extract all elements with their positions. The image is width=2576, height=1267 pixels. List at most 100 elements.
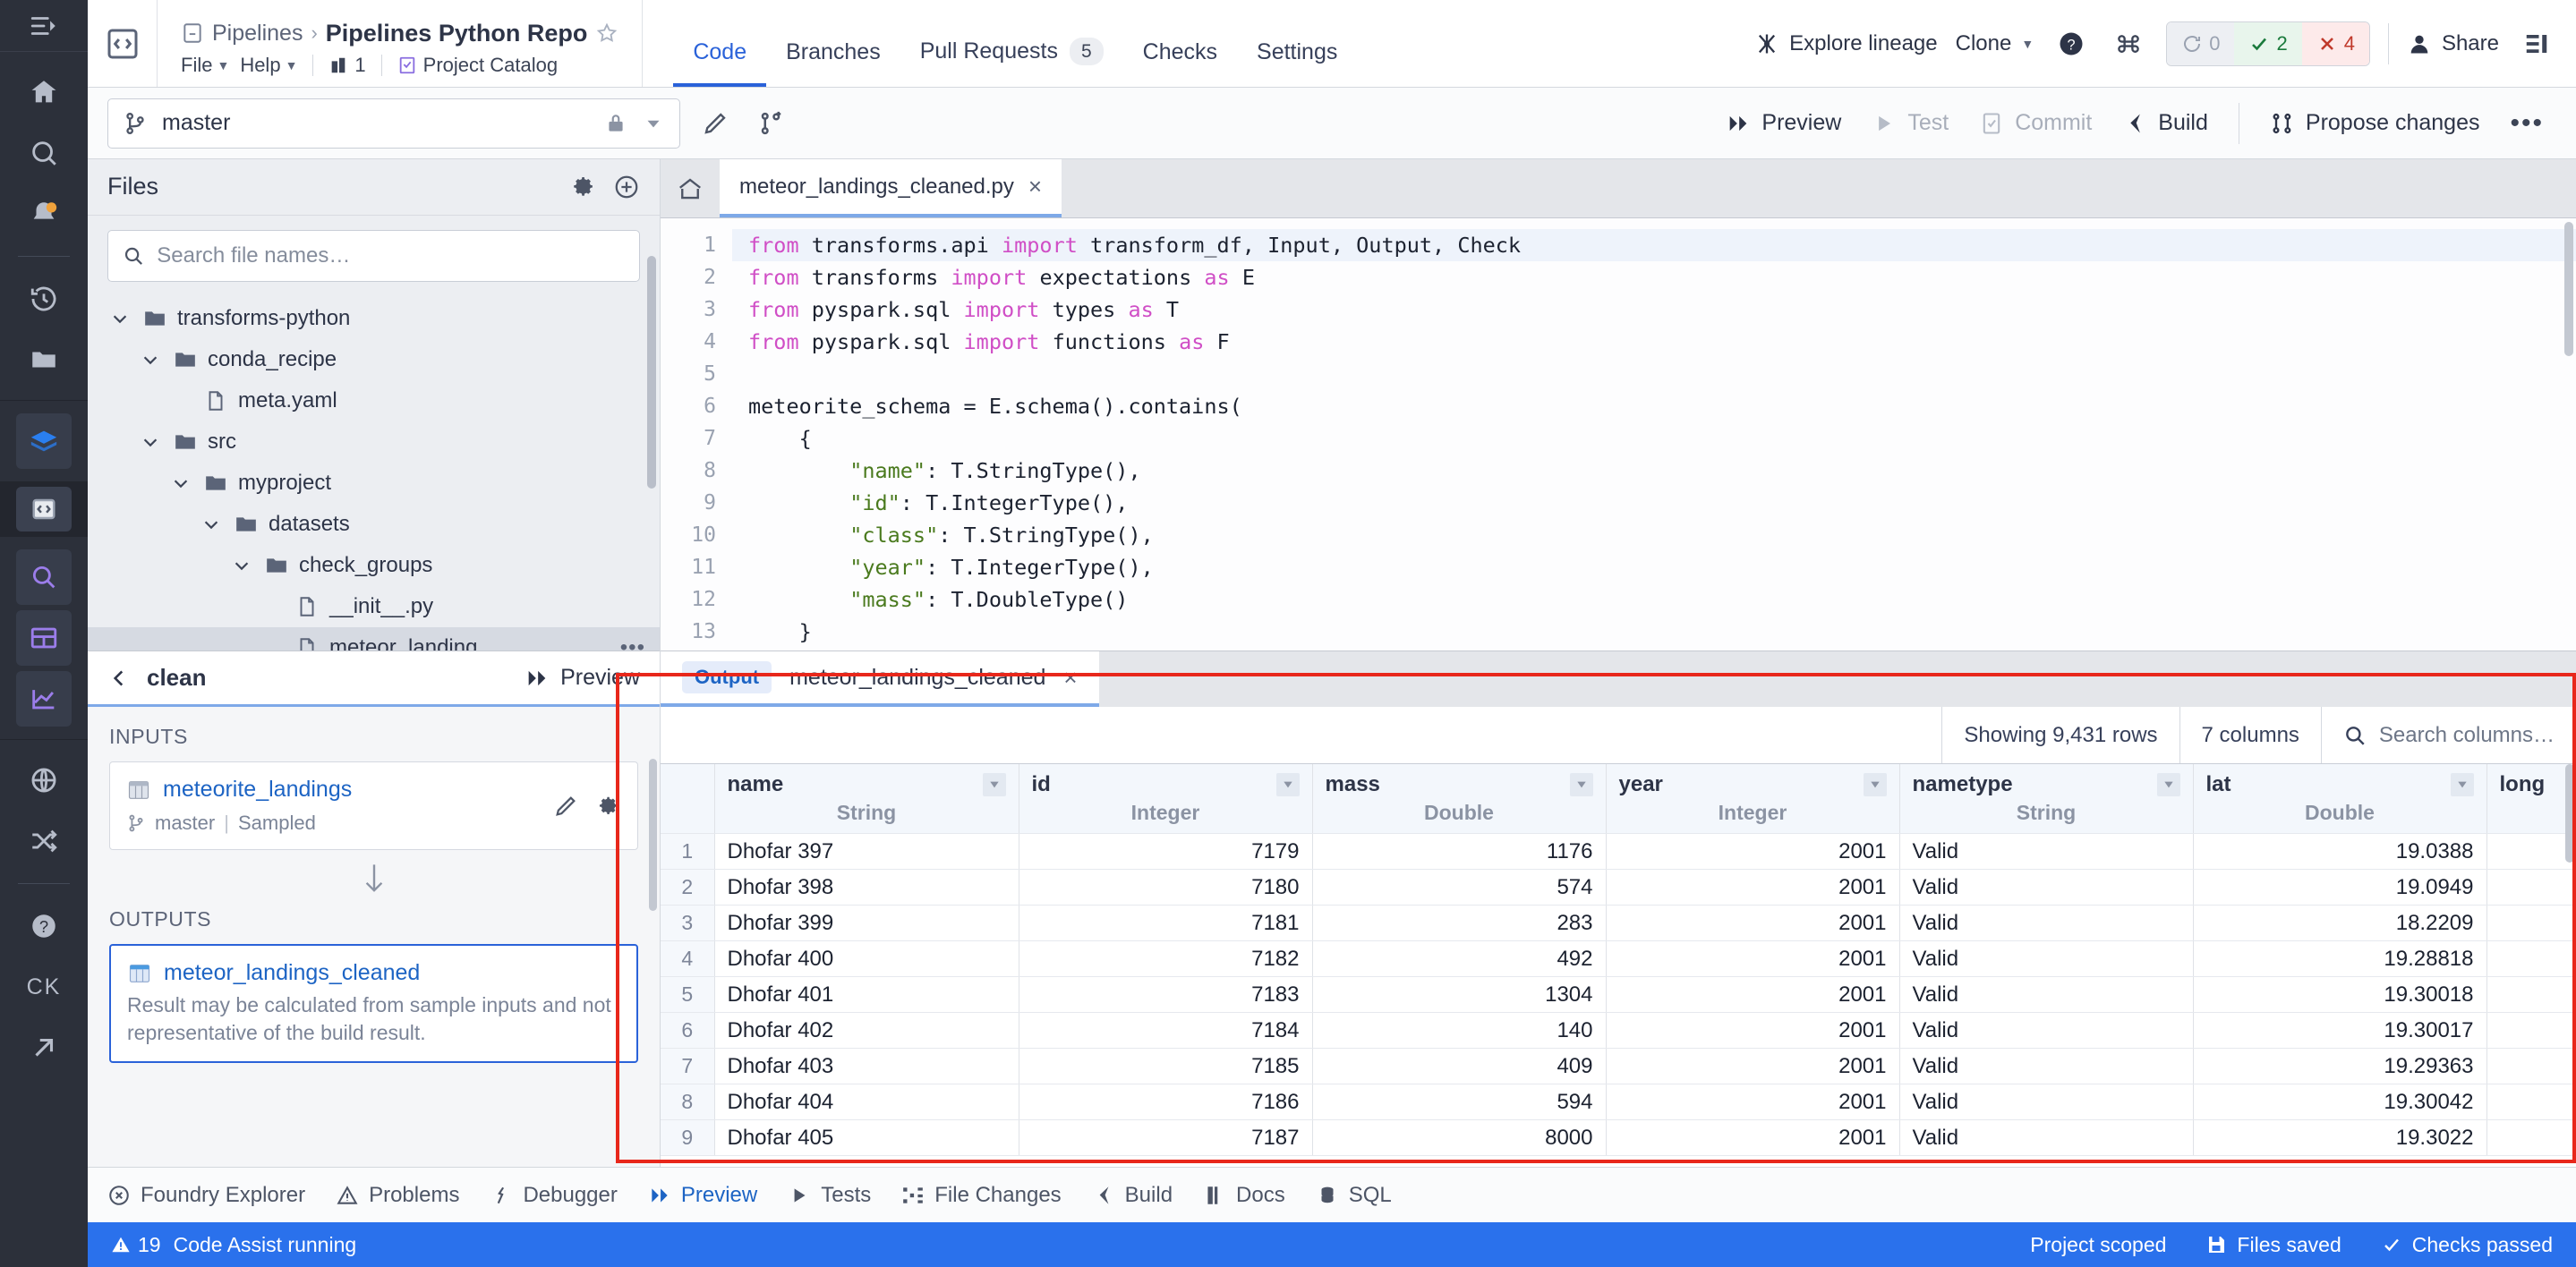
cell-name[interactable]: Dhofar 405 xyxy=(714,1119,1019,1156)
editor-scrollbar[interactable] xyxy=(2564,222,2573,356)
code-line[interactable]: "class": T.StringType(), xyxy=(732,519,2576,551)
cell-year[interactable]: 2001 xyxy=(1606,1012,1900,1049)
cell-long[interactable]: 54.53087 xyxy=(2486,1119,2576,1156)
code-line[interactable]: meteorite_schema = E.schema().contains( xyxy=(732,390,2576,422)
cell-name[interactable]: Dhofar 397 xyxy=(714,833,1019,870)
cell-id[interactable]: 7181 xyxy=(1019,905,1313,941)
status-passed[interactable]: 2 xyxy=(2234,21,2302,65)
input-dataset-name[interactable]: meteorite_landings xyxy=(163,777,352,803)
table-row[interactable]: 6Dhofar 40271841402001Valid19.3001754.53… xyxy=(661,1012,2576,1049)
bottom-tool-tests[interactable]: Tests xyxy=(788,1183,871,1208)
cell-nametype[interactable]: Valid xyxy=(1899,976,2194,1013)
code-content[interactable]: from transforms.api import transform_df,… xyxy=(732,218,2576,651)
code-line[interactable]: from transforms.api import transform_df,… xyxy=(732,229,2576,261)
cell-year[interactable]: 2001 xyxy=(1606,976,1900,1013)
cell-id[interactable]: 7184 xyxy=(1019,1012,1313,1049)
preview-button[interactable]: Preview xyxy=(1726,110,1841,136)
explore-lineage-button[interactable]: Explore lineage xyxy=(1754,31,1938,56)
bottom-tool-problems[interactable]: Problems xyxy=(336,1183,459,1208)
cell-nametype[interactable]: Valid xyxy=(1899,940,2194,977)
home-icon[interactable] xyxy=(16,64,72,120)
cell-nametype[interactable]: Valid xyxy=(1899,1048,2194,1084)
pencil-icon[interactable] xyxy=(553,794,578,819)
cell-nametype[interactable]: Valid xyxy=(1899,833,2194,870)
output-tab-active[interactable]: Output meteor_landings_cleaned × xyxy=(661,651,1099,707)
grid-scrollbar[interactable] xyxy=(2565,764,2574,863)
table-row[interactable]: 8Dhofar 40471865942001Valid19.3004254.53… xyxy=(661,1084,2576,1120)
status-pending[interactable]: 0 xyxy=(2167,21,2235,65)
table-row[interactable]: 3Dhofar 39971812832001Valid18.220954.701… xyxy=(661,905,2576,941)
command-palette-icon[interactable] xyxy=(2109,24,2148,64)
cell-year[interactable]: 2001 xyxy=(1606,905,1900,941)
close-icon[interactable]: × xyxy=(1028,173,1042,200)
cell-mass[interactable]: 574 xyxy=(1312,869,1607,906)
tree-item-conda-recipe[interactable]: conda_recipe xyxy=(88,339,660,380)
more-actions-button[interactable]: ••• xyxy=(2510,108,2544,139)
tree-item-src[interactable]: src xyxy=(88,421,660,463)
help-circle-icon[interactable]: ? xyxy=(2051,24,2091,64)
tree-item-check-groups[interactable]: check_groups xyxy=(88,545,660,586)
tree-item-myproject[interactable]: myproject xyxy=(88,463,660,504)
menu-file[interactable]: File ▼ xyxy=(181,54,229,77)
code-line[interactable]: "mass": T.DoubleType() xyxy=(732,583,2576,616)
code-area[interactable]: 1234567891011121314 from transforms.api … xyxy=(661,218,2576,651)
cell-name[interactable]: Dhofar 402 xyxy=(714,1012,1019,1049)
code-line[interactable]: from transforms import expectations as E xyxy=(732,261,2576,293)
cell-name[interactable]: Dhofar 398 xyxy=(714,869,1019,906)
add-file-icon[interactable] xyxy=(613,174,640,200)
cell-long[interactable]: 54.53572 xyxy=(2486,1012,2576,1049)
sort-icon[interactable] xyxy=(1569,773,1593,796)
bottom-tool-docs[interactable]: Docs xyxy=(1203,1183,1285,1208)
commit-button[interactable]: Commit xyxy=(1979,110,2092,136)
io-scrollbar[interactable] xyxy=(649,759,657,911)
project-catalog-chip[interactable]: Project Catalog xyxy=(397,54,558,77)
cell-lat[interactable]: 19.30018 xyxy=(2193,976,2487,1013)
column-search-box[interactable]: Search columns… xyxy=(2320,707,2576,763)
organization-chip[interactable]: 1 xyxy=(328,54,366,77)
cell-long[interactable]: 54.53803 xyxy=(2486,1048,2576,1084)
table-row[interactable]: 1Dhofar 397717911762001Valid19.038854.88… xyxy=(661,833,2576,870)
cell-lat[interactable]: 19.30017 xyxy=(2193,1012,2487,1049)
io-preview-button[interactable]: Preview xyxy=(525,665,640,691)
table-row[interactable]: 5Dhofar 401718313042001Valid19.3001854.5… xyxy=(661,976,2576,1013)
favorite-star-icon[interactable] xyxy=(595,21,618,45)
cell-long[interactable]: 54.80253 xyxy=(2486,869,2576,906)
cell-lat[interactable]: 19.3022 xyxy=(2193,1119,2487,1156)
cell-mass[interactable]: 409 xyxy=(1312,1048,1607,1084)
new-branch-icon[interactable] xyxy=(750,103,791,144)
output-dataset-card[interactable]: meteor_landings_cleaned Result may be ca… xyxy=(109,944,638,1064)
cell-lat[interactable]: 19.0949 xyxy=(2193,869,2487,906)
files-scrollbar[interactable] xyxy=(647,256,656,489)
editor-tab-active[interactable]: meteor_landings_cleaned.py × xyxy=(720,159,1062,217)
cell-id[interactable]: 7187 xyxy=(1019,1119,1313,1156)
edit-branch-icon[interactable] xyxy=(695,103,736,144)
quiver-icon[interactable] xyxy=(16,671,72,727)
back-icon[interactable] xyxy=(107,667,131,690)
sort-icon[interactable] xyxy=(2450,773,2474,796)
cell-nametype[interactable]: Valid xyxy=(1899,1012,2194,1049)
cell-name[interactable]: Dhofar 399 xyxy=(714,905,1019,941)
chevron-down-icon[interactable] xyxy=(138,432,163,452)
bottom-tool-file-changes[interactable]: File Changes xyxy=(901,1183,1062,1208)
cell-lat[interactable]: 19.28818 xyxy=(2193,940,2487,977)
share-button[interactable]: Share xyxy=(2407,31,2499,56)
shuffle-icon[interactable] xyxy=(16,813,72,869)
globe-icon[interactable] xyxy=(16,753,72,808)
cell-mass[interactable]: 283 xyxy=(1312,905,1607,941)
cell-nametype[interactable]: Valid xyxy=(1899,869,2194,906)
code-line[interactable]: { xyxy=(732,422,2576,455)
sort-icon[interactable] xyxy=(1275,773,1300,796)
notifications-icon[interactable] xyxy=(16,186,72,242)
sort-icon[interactable] xyxy=(1863,773,1887,796)
code-line[interactable]: ) xyxy=(732,648,2576,651)
cell-long[interactable]: 54.53087 xyxy=(2486,1084,2576,1120)
search-input[interactable] xyxy=(157,242,625,268)
user-avatar[interactable]: CK xyxy=(16,959,72,1015)
cell-long[interactable]: 54.88197 xyxy=(2486,833,2576,870)
cell-mass[interactable]: 594 xyxy=(1312,1084,1607,1120)
chevron-down-icon[interactable] xyxy=(168,473,193,493)
cell-id[interactable]: 7185 xyxy=(1019,1048,1313,1084)
cell-year[interactable]: 2001 xyxy=(1606,1119,1900,1156)
files-saved-status[interactable]: Files saved xyxy=(2205,1233,2341,1257)
help-icon[interactable]: ? xyxy=(16,898,72,954)
